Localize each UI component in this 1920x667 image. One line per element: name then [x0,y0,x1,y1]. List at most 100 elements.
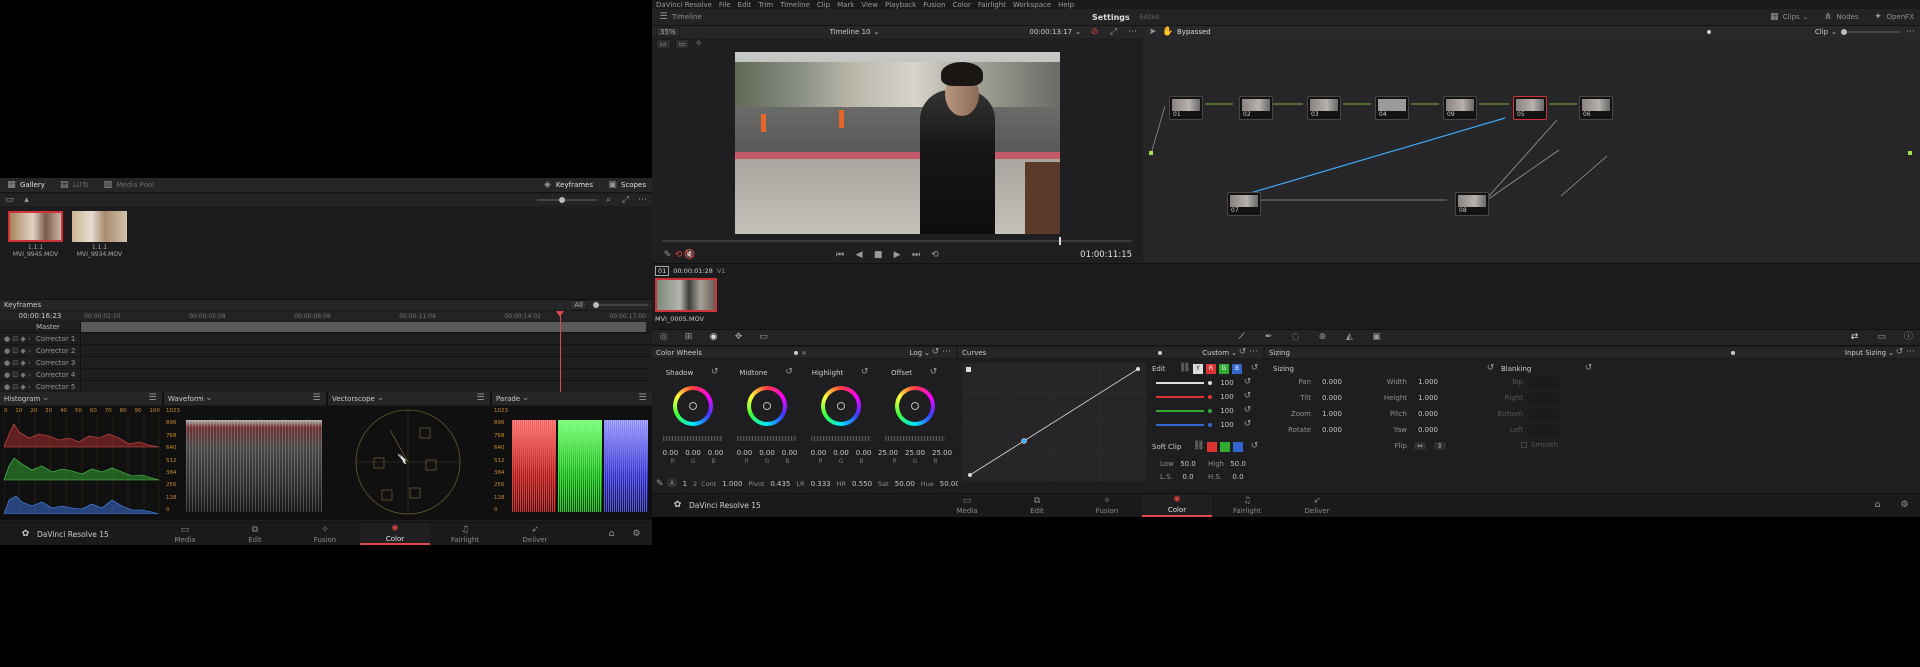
node-02[interactable]: 02 [1239,96,1273,120]
qualifier-icon[interactable]: ✒ [1263,332,1274,343]
node-06[interactable]: 06 [1579,96,1613,120]
more-options-icon[interactable]: ⋯ [941,347,952,358]
saturation-field[interactable]: 50.00 [892,479,917,489]
go-to-start-icon[interactable]: ⏮ [835,250,846,261]
keyframes-zoom-slider[interactable] [593,302,648,308]
softclip-b-button[interactable] [1233,441,1243,452]
scope-settings-icon[interactable]: ☰ [311,393,322,404]
channel-g-button[interactable]: G [1219,363,1229,374]
timeline-dropdown[interactable]: Timeline 10 ⌄ [830,28,880,36]
settings-icon[interactable]: ⚙ [1899,500,1910,511]
lr-field[interactable]: 0.333 [808,479,833,489]
highlight-icon[interactable]: ✧ [693,39,704,50]
shadow-wheel[interactable] [673,386,713,426]
more-options-icon[interactable]: ⋯ [637,195,648,206]
still-item[interactable]: 1.1.1 MVI_9945.MOV [8,211,63,258]
low-field[interactable]: 50.0 [1178,459,1198,469]
curves-mode-dropdown[interactable]: Custom ⌄ [1202,349,1237,357]
reset-icon[interactable]: ↺ [1583,363,1594,374]
sizing-icon[interactable]: ⇄ [1849,332,1860,343]
node-05[interactable]: 05 [1513,96,1547,120]
offset-master-slider[interactable] [885,436,945,441]
menu-item[interactable]: Workspace [1013,1,1051,9]
high-field[interactable]: 50.0 [1228,459,1248,469]
loop-playback-icon[interactable]: ⟲ [930,250,941,261]
menu-item[interactable]: Timeline [780,1,810,9]
sizing-mode-dropdown[interactable]: Input Sizing ⌄ [1845,349,1894,357]
color-match-icon[interactable]: ⊞ [683,332,694,343]
split-screen-button[interactable]: ▭ [656,39,671,49]
menu-item[interactable]: Help [1058,1,1074,9]
menu-item[interactable]: View [861,1,878,9]
menu-item[interactable]: Fairlight [978,1,1006,9]
menu-item[interactable]: Clip [817,1,830,9]
node-08[interactable]: 08 [1455,192,1489,216]
offset-wheel[interactable] [895,386,935,426]
blank-right-field[interactable] [1529,393,1559,403]
scope-settings-icon[interactable]: ☰ [147,393,158,404]
tracker-icon[interactable]: ⊕ [1317,332,1328,343]
softclip-g-button[interactable] [1220,441,1230,452]
track-row[interactable]: ● ⊡ ◆ › Corrector 2 [0,345,652,357]
search-icon[interactable]: ⌕ [603,195,614,206]
tab-gallery[interactable]: ▦ Gallery [6,180,45,191]
more-options-icon[interactable]: ⋯ [1248,347,1259,358]
loop-icon[interactable]: ⟲ [673,250,684,261]
chevron-down-icon[interactable]: ⌄ [40,393,51,404]
rotate-field[interactable]: 0.000 [1317,425,1347,435]
page-fairlight[interactable]: ♫ Fairlight [430,523,500,545]
shadow-master-slider[interactable] [663,436,723,441]
page-fusion[interactable]: ✧ Fusion [1072,494,1142,517]
track-row[interactable]: ● ⊡ ◆ › Corrector 3 [0,357,652,369]
page-edit[interactable]: ⧉ Edit [220,523,290,545]
track-row[interactable]: Master [0,321,652,333]
blank-bottom-field[interactable] [1529,409,1559,419]
playhead[interactable] [560,311,561,392]
track-row[interactable]: ● ⊡ ◆ › Corrector 1 [0,333,652,345]
chevron-down-icon[interactable]: ⌄ [204,393,215,404]
motion-effects-icon[interactable]: ▭ [758,332,769,343]
album-up-icon[interactable]: ▴ [21,195,32,206]
primaries-icon[interactable]: ◉ [708,332,719,343]
ls-field[interactable]: 0.0 [1178,472,1198,482]
timeline-toggle[interactable]: ☰ Timeline [658,12,701,23]
tab-keyframes[interactable]: ◈ Keyframes [542,180,593,191]
blank-left-field[interactable] [1529,425,1559,435]
menu-item[interactable]: Fusion [923,1,945,9]
menu-item[interactable]: DaVinci Resolve [656,1,712,9]
highlight-wheel[interactable] [821,386,861,426]
node-03[interactable]: 03 [1307,96,1341,120]
yaw-field[interactable]: 0.000 [1413,425,1443,435]
camera-raw-icon[interactable]: ◎ [658,332,669,343]
chevron-down-icon[interactable]: ⌄ [375,393,386,404]
pivot-field[interactable]: 0.435 [768,479,793,489]
play-reverse-icon[interactable]: ◀ [854,250,865,261]
hr-field[interactable]: 0.550 [850,479,875,489]
reset-icon[interactable]: ↺ [1242,405,1253,416]
chevron-down-icon[interactable]: ⌄ [520,393,531,404]
menu-item[interactable]: Mark [837,1,854,9]
reset-icon[interactable]: ↺ [1242,419,1253,430]
nodes-button[interactable]: ⋔ Nodes [1823,12,1858,23]
expand-icon[interactable]: ⤢ [620,195,631,206]
reset-icon[interactable]: ↺ [928,367,939,378]
node-01[interactable]: 01 [1169,96,1203,120]
page-deliver[interactable]: ➶ Deliver [500,523,570,545]
zoom-dropdown[interactable]: 35% [656,27,680,37]
tab-media-pool[interactable]: ▧ Media Pool [102,180,155,191]
height-field[interactable]: 1.000 [1413,393,1443,403]
reset-icon[interactable]: ↺ [1242,377,1253,388]
output-dot[interactable] [1908,151,1912,155]
bypass-icon[interactable]: ⊘ [1089,27,1100,38]
color-picker-icon[interactable]: ✎ [662,250,673,261]
thumb-size-slider[interactable] [537,197,597,203]
page-color[interactable]: ✺ Color [1142,494,1212,517]
audio-mute-icon[interactable]: 🔇 [684,250,695,261]
3d-icon[interactable]: ▭ [1876,332,1887,343]
scope-settings-icon[interactable]: ☰ [637,393,648,404]
clip-thumbnail[interactable] [655,278,717,312]
curves-graph[interactable] [962,363,1146,481]
home-icon[interactable]: ⌂ [606,529,617,540]
hs-field[interactable]: 0.0 [1228,472,1248,482]
album-list-icon[interactable]: ▭ [4,195,15,206]
